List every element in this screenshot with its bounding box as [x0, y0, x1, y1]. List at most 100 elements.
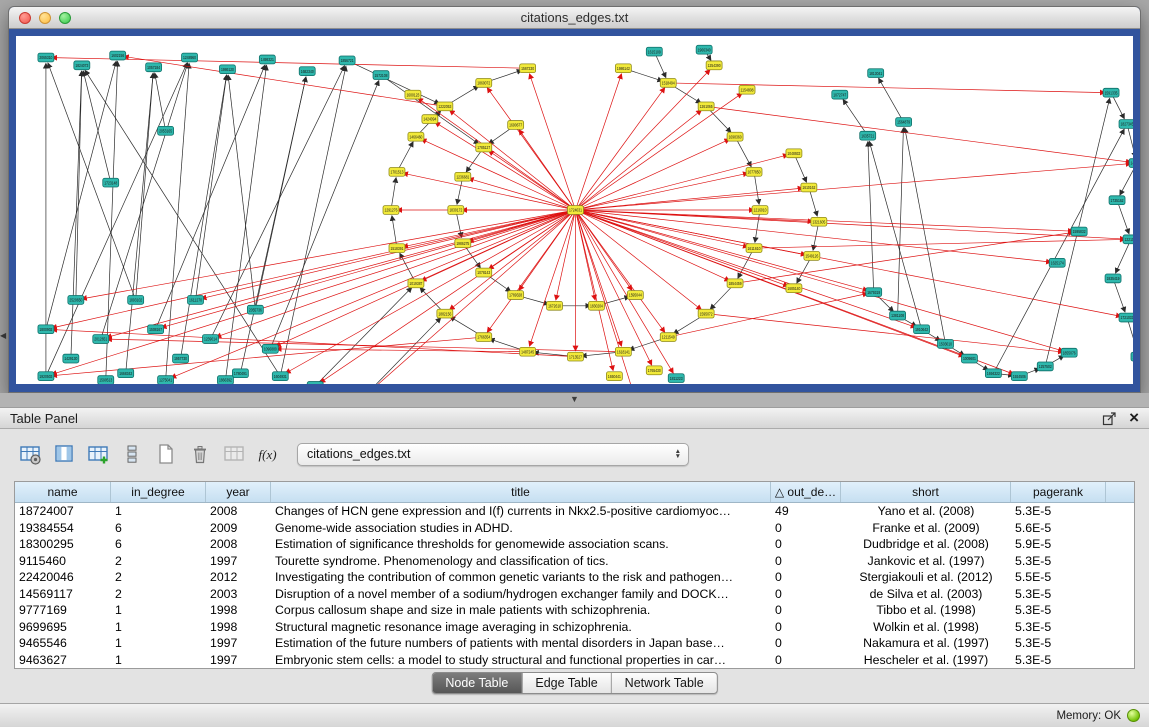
graph-node[interactable]: 1856721 — [339, 56, 355, 65]
graph-node[interactable]: 1572108 — [373, 71, 389, 80]
graph-node[interactable]: 1766354 — [476, 333, 492, 342]
graph-node[interactable]: 1690677 — [508, 121, 524, 130]
graph-node[interactable]: 1893102 — [128, 296, 144, 305]
graph-node[interactable]: 1254390 — [706, 61, 722, 70]
graph-node[interactable]: 1518391 — [389, 244, 405, 253]
table-row[interactable]: 1938455462009Genome-wide association stu… — [15, 520, 1134, 537]
graph-node[interactable]: 1735162 — [1109, 196, 1125, 205]
graph-node[interactable]: 2012651 — [93, 335, 109, 344]
graph-node[interactable]: 1685140 — [786, 284, 802, 293]
float-panel-icon[interactable] — [1102, 411, 1117, 426]
graph-node[interactable]: 1009601 — [961, 354, 977, 363]
graph-node[interactable]: 1549126 — [804, 252, 820, 261]
graph-node[interactable]: 1077850 — [746, 167, 762, 176]
column-header-out_de[interactable]: △ out_de… — [771, 482, 841, 502]
table-row[interactable]: 1830029562008Estimation of significance … — [15, 536, 1134, 553]
row-height-icon[interactable] — [116, 440, 147, 468]
graph-node[interactable]: 1154808 — [739, 85, 755, 94]
graph-node[interactable]: 1724031 — [568, 206, 584, 215]
close-panel-icon[interactable]: × — [1129, 411, 1139, 425]
graph-node[interactable]: 1261065 — [698, 102, 714, 111]
graph-node[interactable]: 1625174 — [1049, 258, 1065, 267]
panel-splitter[interactable]: ▼ — [0, 393, 1149, 407]
graph-node[interactable]: 1618141 — [615, 347, 631, 356]
graph-node[interactable]: 1615109 — [646, 47, 662, 56]
graph-node[interactable]: 1590513 — [98, 376, 114, 384]
graph-node[interactable]: 1723148 — [103, 178, 119, 187]
graph-node[interactable]: 1096880 — [262, 344, 278, 353]
graph-node[interactable]: 1854459 — [727, 279, 743, 288]
graph-node[interactable]: 1789328 — [508, 291, 524, 300]
graph-node[interactable]: 1713527 — [568, 352, 584, 361]
graph-node[interactable]: 1321605 — [811, 217, 827, 226]
graph-node[interactable]: 1567230 — [520, 64, 536, 73]
graph-node[interactable]: 1882156 — [437, 309, 453, 318]
graph-node[interactable]: 1813041 — [868, 69, 884, 78]
collapse-arrow-icon[interactable]: ◀ — [0, 331, 8, 340]
delete-column-icon[interactable] — [184, 440, 215, 468]
table-row[interactable]: 977716911998Corpus callosum shape and si… — [15, 602, 1134, 619]
graph-node[interactable]: 1203354 — [1131, 352, 1133, 361]
column-header-title[interactable]: title — [271, 482, 771, 502]
column-header-in_degree[interactable]: in_degree — [111, 482, 206, 502]
graph-node[interactable]: 1824073 — [74, 61, 90, 70]
graph-node[interactable]: 1595832 — [1071, 227, 1087, 236]
graph-node[interactable]: 1986120 — [219, 65, 235, 74]
graph-node[interactable]: 1920503 — [38, 372, 54, 381]
graph-node[interactable]: 1860072 — [476, 79, 492, 88]
graph-node[interactable]: 1236681 — [455, 172, 471, 181]
tab-network-table[interactable]: Network Table — [612, 673, 717, 693]
graph-node[interactable]: 1966340 — [696, 45, 712, 54]
graph-node[interactable]: 1072747 — [832, 90, 848, 99]
table-row[interactable]: 911546021997Tourette syndrome. Phenomeno… — [15, 553, 1134, 570]
graph-node[interactable]: 1694322 — [985, 369, 1001, 378]
graph-node[interactable]: 1048933 — [786, 149, 802, 158]
window-titlebar[interactable]: citations_edges.txt — [9, 7, 1140, 29]
table-row[interactable]: 946554611997Estimation of the future num… — [15, 635, 1134, 652]
graph-node[interactable]: 1682340 — [299, 67, 315, 76]
graph-node[interactable]: 1216010 — [752, 206, 768, 215]
graph-node[interactable]: 1248960 — [182, 53, 198, 62]
graph-node[interactable]: 1595072 — [698, 309, 714, 318]
table-row[interactable]: 2242004622012Investigating the contribut… — [15, 569, 1134, 586]
graph-node[interactable]: 1611270 — [188, 296, 204, 305]
graph-node[interactable]: 1672610 — [547, 301, 563, 310]
table-select-dropdown[interactable]: citations_edges.txt ▲▼ — [297, 443, 689, 466]
column-header-year[interactable]: year — [206, 482, 271, 502]
column-header-short[interactable]: short — [841, 482, 1011, 502]
graph-node[interactable]: 1800902 — [38, 325, 54, 334]
graph-node[interactable]: 1600123 — [405, 90, 421, 99]
column-header-pagerank[interactable]: pagerank — [1011, 482, 1106, 502]
graph-node[interactable]: 1602156 — [110, 51, 126, 60]
graph-node[interactable]: 1679319 — [866, 288, 882, 297]
graph-node[interactable]: 1935419 — [1105, 274, 1121, 283]
import-table-icon[interactable] — [82, 440, 113, 468]
graph-node[interactable]: 1785127 — [476, 143, 492, 152]
close-button[interactable] — [19, 12, 31, 24]
graph-node[interactable]: 1222053 — [437, 102, 453, 111]
function-builder-icon[interactable]: f(x) — [252, 440, 283, 468]
graph-node[interactable]: 1610162 — [801, 183, 817, 192]
network-canvas[interactable]: 1724031198614215184941261065169836010778… — [16, 36, 1133, 384]
graph-node[interactable]: 1830172 — [448, 206, 464, 215]
tab-edge-table[interactable]: Edge Table — [522, 673, 611, 693]
delete-table-icon[interactable] — [218, 440, 249, 468]
graph-node[interactable]: 1830204 — [588, 301, 604, 310]
graph-node[interactable]: 1019387 — [408, 279, 424, 288]
column-chooser-icon[interactable] — [48, 440, 79, 468]
graph-node[interactable]: 1910642 — [914, 325, 930, 334]
graph-node[interactable]: 1924502 — [307, 382, 323, 384]
graph-node[interactable]: 1780491 — [232, 369, 248, 378]
graph-node[interactable]: 1381108 — [890, 311, 906, 320]
graph-node[interactable]: 1424094 — [422, 115, 438, 124]
graph-node[interactable]: 1564879 — [896, 118, 912, 127]
graph-node[interactable]: 1057184 — [146, 63, 162, 72]
zoom-button[interactable] — [59, 12, 71, 24]
graph-node[interactable]: 1924506 — [1011, 372, 1027, 381]
graph-node[interactable]: 2055736 — [247, 305, 263, 314]
graph-node[interactable]: 1611610 — [746, 244, 762, 253]
graph-node[interactable]: 1257502 — [1037, 362, 1053, 371]
graph-node[interactable]: 2065310 — [38, 53, 54, 62]
tab-node-table[interactable]: Node Table — [432, 673, 522, 693]
graph-node[interactable]: 1811223 — [668, 374, 684, 383]
